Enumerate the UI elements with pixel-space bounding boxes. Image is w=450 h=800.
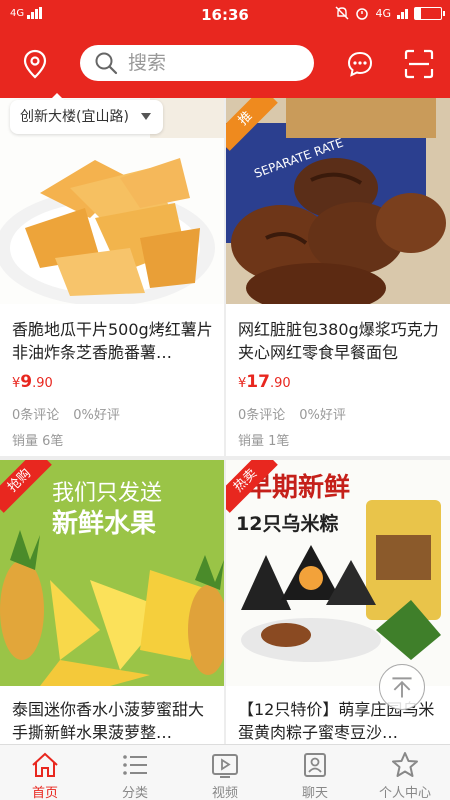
sales-count: 销量 1笔 bbox=[238, 434, 290, 449]
product-title[interactable]: 泰国迷你香水小菠萝蜜甜大手撕新鲜水果菠萝整… bbox=[12, 698, 218, 744]
search-icon bbox=[95, 52, 118, 75]
signal-bars-right-icon bbox=[397, 7, 408, 19]
tab-profile[interactable]: 个人中心 bbox=[360, 745, 450, 800]
mute-icon bbox=[335, 6, 349, 20]
location-name: 创新大楼(宜山路) bbox=[20, 109, 129, 125]
scroll-to-top-icon[interactable] bbox=[379, 664, 425, 710]
star-profile-icon bbox=[392, 752, 418, 777]
battery-icon bbox=[414, 6, 445, 20]
sales-count: 销量 6笔 bbox=[12, 434, 64, 449]
product-image-rice-dumpling[interactable]: 早期新鲜 12只乌米粽 热卖 bbox=[226, 460, 450, 686]
chat-contact-icon bbox=[304, 753, 326, 777]
product-card[interactable]: SEPARATE RATE 推 网红脏脏包380g爆浆巧克力夹心网红零食早餐面包… bbox=[226, 98, 450, 456]
search-input[interactable] bbox=[128, 52, 288, 74]
tab-label: 首页 bbox=[31, 786, 58, 800]
product-review-stats: 0条评论 0%好评 bbox=[12, 404, 120, 423]
image-slogan-2: 12只乌米粽 bbox=[236, 512, 338, 535]
pineapple-illustration: 我们只发送 新鲜水果 bbox=[0, 460, 224, 686]
product-image-pineapple[interactable]: 我们只发送 新鲜水果 抢购 bbox=[0, 460, 224, 686]
tab-label: 视频 bbox=[211, 786, 238, 800]
top-header: 4G 16:36 4G bbox=[0, 0, 450, 98]
message-icon[interactable] bbox=[346, 50, 374, 78]
positive-rate: 0%好评 bbox=[299, 408, 346, 423]
status-right: 4G bbox=[335, 6, 445, 20]
review-count: 0条评论 bbox=[12, 408, 60, 423]
category-list-icon bbox=[123, 755, 147, 775]
tab-label: 聊天 bbox=[301, 786, 328, 800]
location-popup[interactable]: 创新大楼(宜山路) bbox=[10, 93, 163, 134]
positive-rate: 0%好评 bbox=[73, 408, 120, 423]
product-title[interactable]: 香脆地瓜干片500g烤红薯片非油炸条芝香脆番薯… bbox=[12, 318, 218, 364]
review-count: 0条评论 bbox=[238, 408, 286, 423]
tab-category[interactable]: 分类 bbox=[90, 745, 180, 800]
product-review-stats: 0条评论 0%好评 bbox=[238, 404, 346, 423]
bottom-tab-bar: 首页 分类 视频 聊天 个人中心 bbox=[0, 744, 450, 800]
product-title[interactable]: 网红脏脏包380g爆浆巧克力夹心网红零食早餐面包 bbox=[238, 318, 444, 364]
status-bar: 4G 16:36 4G bbox=[0, 0, 450, 30]
tab-label: 个人中心 bbox=[378, 786, 431, 800]
home-icon bbox=[32, 752, 58, 777]
alarm-icon bbox=[356, 8, 369, 20]
video-icon bbox=[212, 754, 238, 778]
product-image-chocolate-bread[interactable]: SEPARATE RATE 推 bbox=[226, 98, 450, 304]
tab-chat[interactable]: 聊天 bbox=[270, 745, 360, 800]
tab-video[interactable]: 视频 bbox=[180, 745, 270, 800]
tab-home[interactable]: 首页 bbox=[0, 745, 90, 800]
chocolate-bread-illustration: SEPARATE RATE bbox=[226, 98, 450, 304]
image-slogan-1: 我们只发送 bbox=[52, 481, 162, 506]
chevron-down-icon bbox=[140, 113, 151, 120]
product-price: ¥17.90 bbox=[238, 372, 291, 392]
tab-label: 分类 bbox=[121, 786, 148, 800]
network-type-right: 4G bbox=[375, 6, 391, 20]
product-price: ¥9.90 bbox=[12, 372, 53, 392]
location-pin-icon[interactable] bbox=[20, 48, 50, 80]
product-card[interactable]: 我们只发送 新鲜水果 抢购 泰国迷你香水小菠萝蜜甜大手撕新鲜水果菠萝整… bbox=[0, 460, 224, 744]
image-slogan-2: 新鲜水果 bbox=[52, 508, 156, 539]
search-bar[interactable] bbox=[80, 45, 314, 81]
rice-dumpling-illustration: 早期新鲜 12只乌米粽 bbox=[226, 460, 450, 686]
scan-icon[interactable] bbox=[404, 49, 434, 79]
product-card[interactable]: 香脆地瓜干片500g烤红薯片非油炸条芝香脆番薯… ¥9.90 0条评论 0%好评 … bbox=[0, 98, 224, 456]
